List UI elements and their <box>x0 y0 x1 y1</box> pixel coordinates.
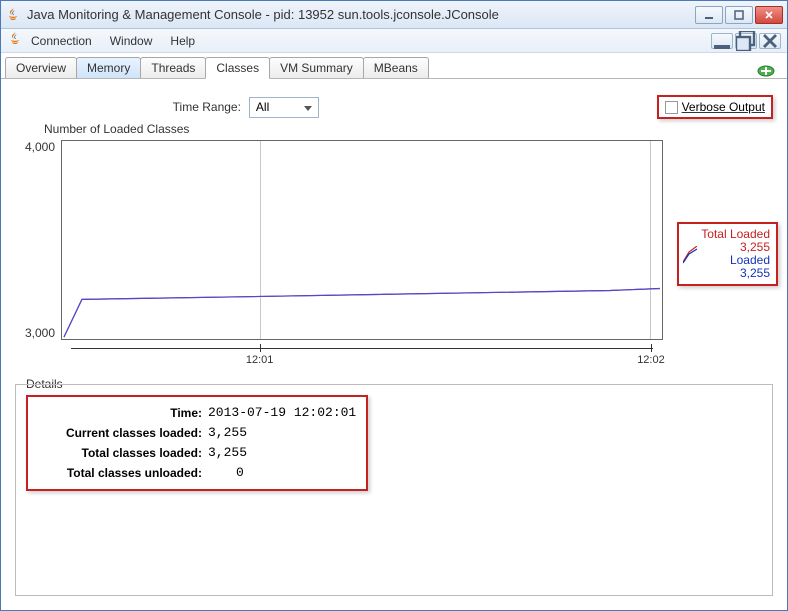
x-tick-1: 12:02 <box>637 354 665 366</box>
inner-titlebar: Connection Window Help <box>1 29 787 53</box>
window-buttons <box>695 6 783 24</box>
x-axis: 12:01 12:02 <box>61 342 663 372</box>
chart-legend: Total Loaded 3,255 Loaded 3,255 <box>677 222 778 286</box>
details-unloaded-value: 0 <box>208 463 244 483</box>
menu-window[interactable]: Window <box>102 32 161 50</box>
content-area: Overview Memory Threads Classes VM Summa… <box>1 53 787 610</box>
tab-mbeans[interactable]: MBeans <box>363 57 429 78</box>
legend-loaded-value: 3,255 <box>701 267 770 280</box>
chart-lines <box>62 141 662 339</box>
minimize-button[interactable] <box>695 6 723 24</box>
details-highlight: Time: 2013-07-19 12:02:01 Current classe… <box>26 395 368 491</box>
verbose-label[interactable]: Verbose Output <box>682 100 765 114</box>
details-row-current: Current classes loaded: 3,255 <box>38 423 356 443</box>
titlebar: Java Monitoring & Management Console - p… <box>1 1 787 29</box>
time-range-select[interactable]: All <box>249 97 319 118</box>
tab-threads[interactable]: Threads <box>140 57 206 78</box>
x-tick-0: 12:01 <box>246 354 274 366</box>
details-total-key: Total classes loaded: <box>38 443 208 463</box>
inner-close-button[interactable] <box>759 33 781 49</box>
time-range-label: Time Range: <box>173 100 241 114</box>
tab-vmsummary[interactable]: VM Summary <box>269 57 364 78</box>
details-row-unloaded: Total classes unloaded: 0 <box>38 463 356 483</box>
y-axis: 4,000 3,000 <box>15 140 61 340</box>
details-total-value: 3,255 <box>208 443 247 463</box>
details-group: Details Time: 2013-07-19 12:02:01 Curren… <box>15 384 773 596</box>
chart-group: Number of Loaded Classes 4,000 3,000 <box>15 129 773 372</box>
tab-classes[interactable]: Classes <box>205 57 270 79</box>
connect-icon[interactable] <box>755 64 777 78</box>
tab-overview[interactable]: Overview <box>5 57 77 78</box>
java-icon <box>5 7 21 23</box>
inner-window-buttons <box>711 33 781 49</box>
details-time-value: 2013-07-19 12:02:01 <box>208 403 356 423</box>
details-time-key: Time: <box>38 403 208 423</box>
y-max: 4,000 <box>25 140 55 154</box>
outer-window: Java Monitoring & Management Console - p… <box>0 0 788 611</box>
time-range-value: All <box>256 100 269 114</box>
y-min: 3,000 <box>25 326 55 340</box>
tabs: Overview Memory Threads Classes VM Summa… <box>5 57 428 78</box>
window-title: Java Monitoring & Management Console - p… <box>27 7 695 22</box>
maximize-button[interactable] <box>725 6 753 24</box>
details-box: Time: 2013-07-19 12:02:01 Current classe… <box>15 384 773 596</box>
java-icon <box>7 31 23 50</box>
inner-minimize-button[interactable] <box>711 33 733 49</box>
menu-connection[interactable]: Connection <box>23 32 100 50</box>
chart-plot[interactable] <box>61 140 663 340</box>
details-unloaded-key: Total classes unloaded: <box>38 463 208 483</box>
legend-swatch-icon <box>683 246 697 267</box>
inner-restore-button[interactable] <box>735 33 757 49</box>
menu-bar: Connection Window Help <box>23 32 203 50</box>
details-current-key: Current classes loaded: <box>38 423 208 443</box>
close-button[interactable] <box>755 6 783 24</box>
verbose-output-group: Verbose Output <box>657 95 773 119</box>
details-row-total: Total classes loaded: 3,255 <box>38 443 356 463</box>
controls-row: Time Range: All Verbose Output <box>15 95 773 119</box>
tab-memory[interactable]: Memory <box>76 57 141 78</box>
classes-panel: Time Range: All Verbose Output Number of… <box>1 79 787 610</box>
tabs-row: Overview Memory Threads Classes VM Summa… <box>1 53 787 79</box>
menu-help[interactable]: Help <box>162 32 203 50</box>
details-current-value: 3,255 <box>208 423 247 443</box>
verbose-checkbox[interactable] <box>665 101 678 114</box>
details-row-time: Time: 2013-07-19 12:02:01 <box>38 403 356 423</box>
